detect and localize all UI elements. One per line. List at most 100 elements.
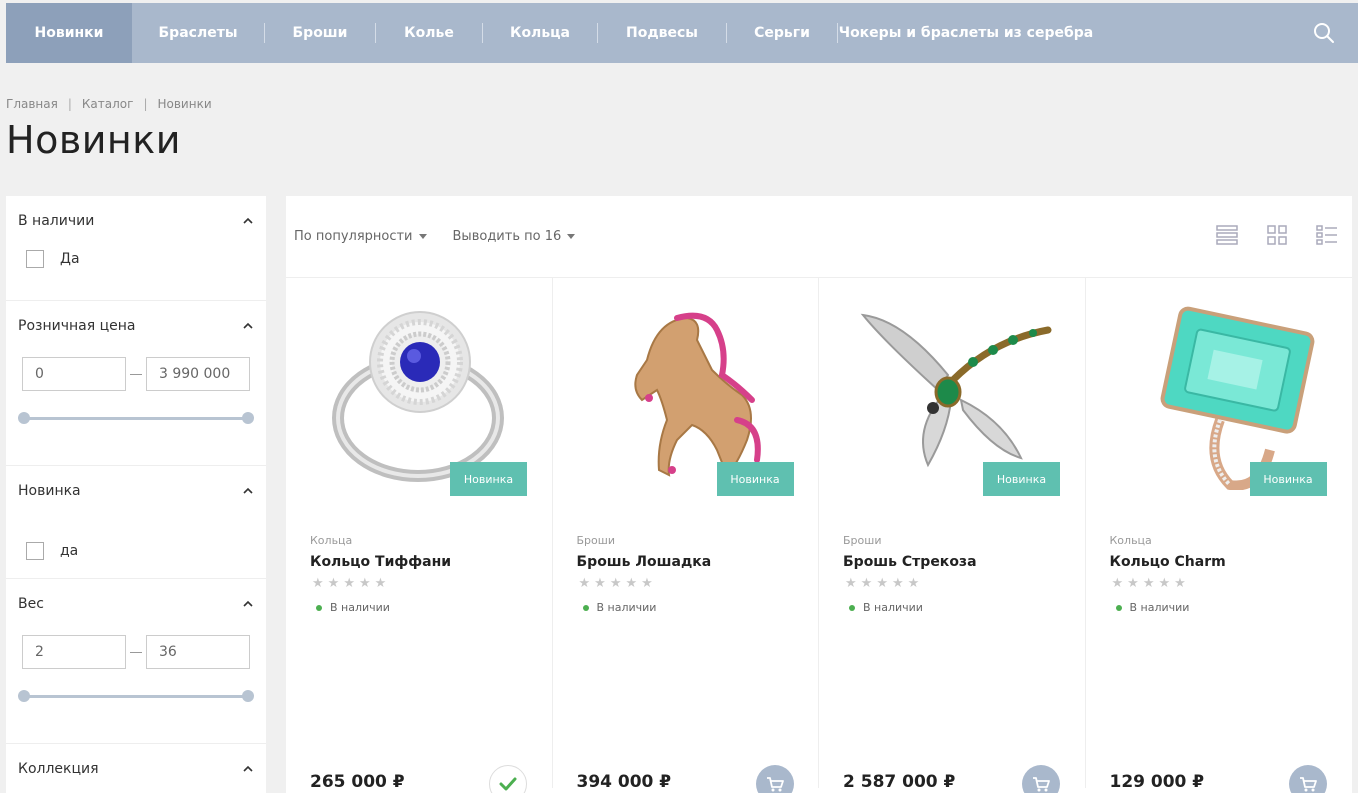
filter-header[interactable]: Коллекция: [6, 744, 266, 793]
star-icon[interactable]: ★: [1127, 577, 1139, 590]
nav-item-necklaces[interactable]: Колье: [376, 3, 482, 63]
chevron-up-icon[interactable]: [242, 215, 254, 227]
table-view-icon[interactable]: [1316, 224, 1338, 246]
chevron-up-icon[interactable]: [242, 485, 254, 497]
checkmark-icon: [499, 777, 517, 791]
filter-header[interactable]: В наличии: [6, 196, 266, 246]
filter-option[interactable]: Да: [6, 246, 266, 284]
price-slider[interactable]: [18, 403, 254, 433]
breadcrumb-separator: |: [67, 97, 72, 111]
filter-header[interactable]: Новинка: [6, 466, 266, 516]
breadcrumb-home[interactable]: Главная: [6, 97, 58, 111]
grid-view-icon[interactable]: [1266, 224, 1288, 246]
price-min-input[interactable]: 0: [22, 357, 126, 391]
weight-max-input[interactable]: 36: [146, 635, 250, 669]
nav-item-pendants[interactable]: Подвесы: [598, 3, 726, 63]
per-page-label: Выводить по 16: [452, 229, 562, 244]
filter-in-stock: В наличии Да: [6, 196, 266, 301]
star-icon[interactable]: ★: [1112, 577, 1124, 590]
star-icon[interactable]: ★: [861, 577, 873, 590]
product-category[interactable]: Кольца: [310, 534, 352, 547]
search-icon[interactable]: [1312, 21, 1336, 45]
star-icon[interactable]: ★: [312, 577, 324, 590]
checkbox[interactable]: [26, 542, 44, 560]
product-title[interactable]: Кольцо Тиффани: [310, 554, 451, 570]
star-icon[interactable]: ★: [1143, 577, 1155, 590]
weight-min-input[interactable]: 2: [22, 635, 126, 669]
slider-track: [24, 695, 248, 698]
catalog-toolbar: По популярности Выводить по 16: [286, 196, 1352, 278]
checkbox[interactable]: [26, 250, 44, 268]
nav-item-novinki[interactable]: Новинки: [6, 3, 132, 63]
catalog-main: По популярности Выводить по 16 Новинка К…: [286, 196, 1352, 793]
chevron-up-icon[interactable]: [242, 598, 254, 610]
list-view-icon[interactable]: [1216, 224, 1238, 246]
caret-down-icon: [418, 234, 427, 239]
new-badge: Новинка: [450, 462, 527, 496]
star-icon[interactable]: ★: [375, 577, 387, 590]
product-category[interactable]: Кольца: [1110, 534, 1152, 547]
per-page-dropdown[interactable]: Выводить по 16: [453, 229, 576, 244]
product-category[interactable]: Броши: [577, 534, 615, 547]
product-category[interactable]: Броши: [843, 534, 881, 547]
stock-status: В наличии: [316, 601, 390, 614]
star-icon[interactable]: ★: [579, 577, 591, 590]
page-title: Новинки: [6, 118, 181, 162]
star-icon[interactable]: ★: [641, 577, 653, 590]
nav-item-chokers[interactable]: Чокеры и браслеты из серебра: [838, 3, 1094, 63]
nav-item-bracelets[interactable]: Браслеты: [132, 3, 264, 63]
star-icon[interactable]: ★: [876, 577, 888, 590]
filter-header[interactable]: Розничная цена: [6, 301, 266, 351]
in-cart-button[interactable]: [489, 765, 527, 793]
product-card[interactable]: Новинка Броши Брошь Стрекоза ★ ★ ★ ★ ★ В нал…: [819, 278, 1086, 793]
nav-item-brooches[interactable]: Броши: [265, 3, 375, 63]
filter-title: Вес: [18, 596, 44, 612]
star-icon[interactable]: ★: [328, 577, 340, 590]
chevron-up-icon[interactable]: [242, 320, 254, 332]
add-to-cart-button[interactable]: [1288, 765, 1327, 793]
star-icon[interactable]: ★: [892, 577, 904, 590]
rating-stars[interactable]: ★ ★ ★ ★ ★: [579, 577, 653, 590]
rating-stars[interactable]: ★ ★ ★ ★ ★: [1112, 577, 1186, 590]
star-icon[interactable]: ★: [359, 577, 371, 590]
add-to-cart-button[interactable]: [755, 765, 794, 793]
slider-min-handle[interactable]: [18, 690, 30, 702]
breadcrumb-current: Новинки: [157, 97, 212, 111]
filter-header[interactable]: Вес: [6, 579, 266, 629]
star-icon[interactable]: ★: [845, 577, 857, 590]
stock-dot: [316, 604, 322, 611]
slider-max-handle[interactable]: [242, 690, 254, 702]
star-icon[interactable]: ★: [343, 577, 355, 590]
price-max-input[interactable]: 3 990 000: [146, 357, 250, 391]
breadcrumb-catalog[interactable]: Каталог: [82, 97, 134, 111]
sort-dropdown[interactable]: По популярности: [294, 229, 427, 244]
nav-item-earrings[interactable]: Серьги: [727, 3, 837, 63]
slider-max-handle[interactable]: [242, 412, 254, 424]
product-title[interactable]: Кольцо Charm: [1110, 554, 1226, 570]
weight-slider[interactable]: [18, 681, 254, 711]
product-card[interactable]: Новинка Кольца Кольцо Тиффани ★ ★ ★ ★ ★ В на…: [286, 278, 553, 793]
option-label: Да: [60, 251, 80, 267]
slider-min-handle[interactable]: [18, 412, 30, 424]
stock-status: В наличии: [849, 601, 923, 614]
star-icon[interactable]: ★: [594, 577, 606, 590]
star-icon[interactable]: ★: [610, 577, 622, 590]
rating-stars[interactable]: ★ ★ ★ ★ ★: [312, 577, 386, 590]
add-to-cart-button[interactable]: [1022, 765, 1060, 793]
product-title[interactable]: Брошь Лошадка: [577, 554, 712, 570]
nav-item-rings[interactable]: Кольца: [483, 3, 597, 63]
filter-price: Розничная цена 0 3 990 000: [6, 301, 266, 466]
star-icon[interactable]: ★: [1158, 577, 1170, 590]
price-range: 0 3 990 000: [6, 351, 266, 391]
stock-dot: [582, 604, 589, 611]
cart-icon: [766, 777, 784, 792]
product-card[interactable]: Новинка Броши Брошь Лошадка ★ ★ ★ ★ ★ В нали…: [553, 278, 819, 793]
product-title[interactable]: Брошь Стрекоза: [843, 554, 977, 570]
chevron-up-icon[interactable]: [242, 763, 254, 775]
star-icon[interactable]: ★: [1174, 577, 1186, 590]
product-card[interactable]: Новинка Кольца Кольцо Charm ★ ★ ★ ★ ★ В нали…: [1086, 278, 1353, 793]
star-icon[interactable]: ★: [625, 577, 637, 590]
filter-option[interactable]: да: [6, 516, 266, 576]
star-icon[interactable]: ★: [908, 577, 920, 590]
rating-stars[interactable]: ★ ★ ★ ★ ★: [845, 577, 919, 590]
